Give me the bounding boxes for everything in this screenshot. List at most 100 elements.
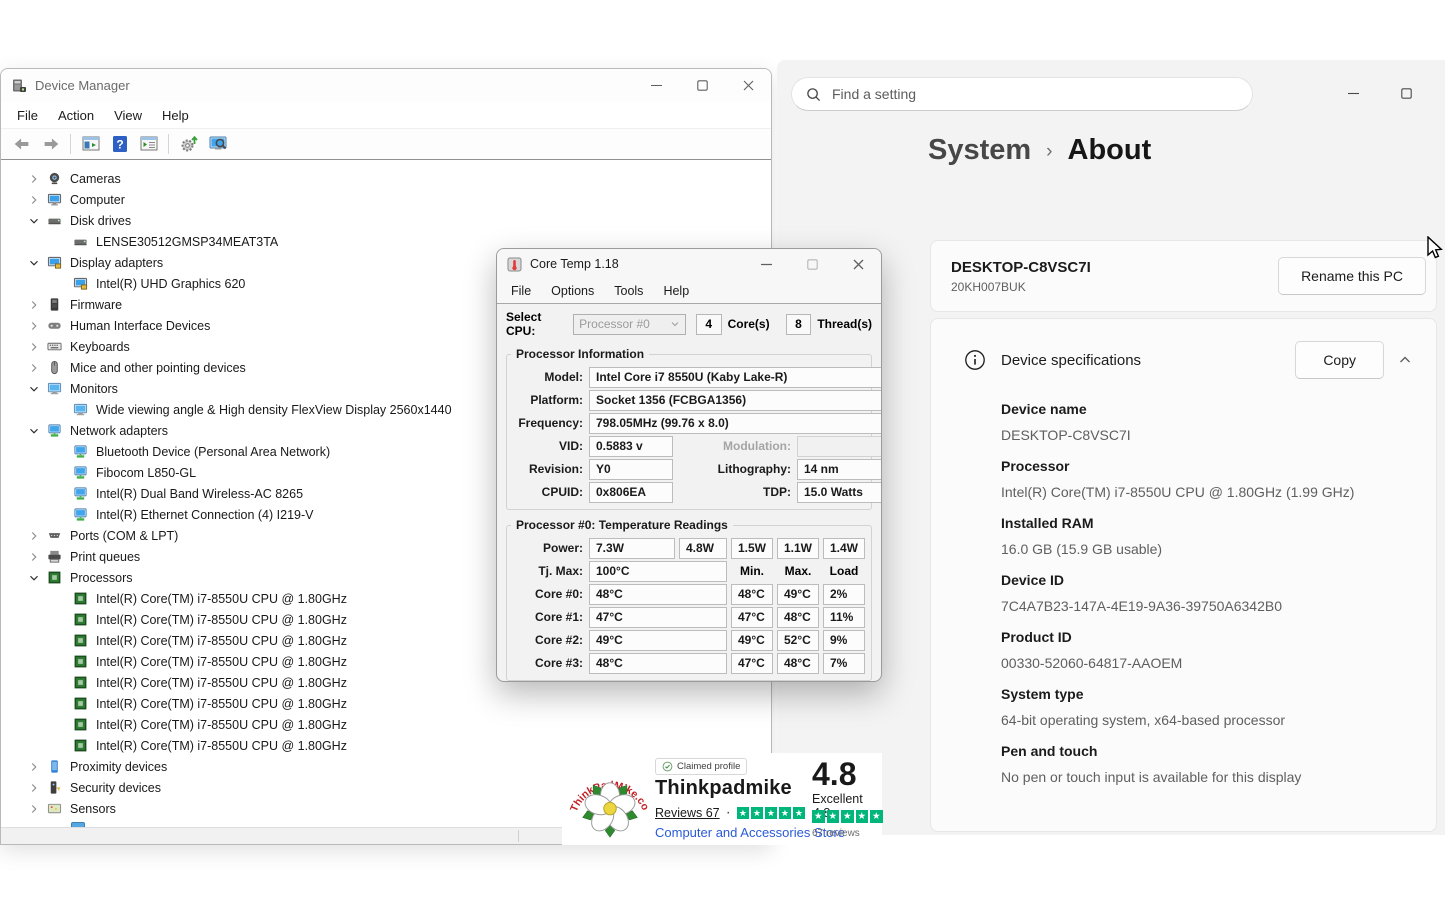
close-button[interactable] xyxy=(835,249,881,279)
network-icon xyxy=(71,465,89,481)
ct-field-value: 14 nm xyxy=(797,459,881,480)
processor-information-title: Processor Information xyxy=(511,347,650,361)
back-icon[interactable] xyxy=(7,131,36,157)
ct-menu-options[interactable]: Options xyxy=(541,281,604,301)
ct-field-label: Frequency: xyxy=(518,416,583,430)
tree-item[interactable]: Computer xyxy=(1,189,771,210)
breadcrumb-system[interactable]: System xyxy=(928,134,1031,167)
window-list-icon[interactable] xyxy=(134,131,163,157)
tree-item-label: Fibocom L850-GL xyxy=(96,465,197,480)
chevron-right-icon[interactable] xyxy=(25,549,43,565)
settings-search-input[interactable]: Find a setting xyxy=(791,77,1253,111)
ct-menu-tools[interactable]: Tools xyxy=(604,281,653,301)
power-value: 7.3W xyxy=(589,538,675,559)
copy-button[interactable]: Copy xyxy=(1295,341,1384,379)
maximize-button[interactable] xyxy=(1393,80,1419,106)
ct-field-value: Intel Core i7 8550U (Kaby Lake-R) xyxy=(589,367,881,388)
minimize-button[interactable] xyxy=(743,249,789,279)
breadcrumb: System › About xyxy=(928,134,1151,167)
tree-item-label: Wide viewing angle & High density FlexVi… xyxy=(96,402,452,417)
ct-menu-file[interactable]: File xyxy=(501,281,541,301)
search-icon xyxy=(807,87,821,101)
chevron-right-icon[interactable] xyxy=(25,360,43,376)
power-value: 4.8W xyxy=(679,538,727,559)
display-icon xyxy=(45,255,63,271)
star-icon: ★ xyxy=(870,810,883,823)
forward-icon[interactable] xyxy=(36,131,65,157)
core-temp-value: 47°C xyxy=(589,607,727,628)
core-min-value: 47°C xyxy=(731,607,773,628)
minimize-button[interactable] xyxy=(633,69,679,102)
tree-item[interactable]: Disk drives xyxy=(1,210,771,231)
monitor-icon xyxy=(71,402,89,418)
device-model: 20KH007BUK xyxy=(951,279,1026,294)
chevron-right-icon[interactable] xyxy=(25,780,43,796)
network-icon xyxy=(71,486,89,502)
computer-icon xyxy=(45,192,63,208)
proximity-icon xyxy=(45,759,63,775)
chevron-right-icon[interactable] xyxy=(25,297,43,313)
dm-menu-view[interactable]: View xyxy=(104,104,152,127)
ct-field-value: 798.05MHz (99.76 x 8.0) xyxy=(589,413,881,434)
cpu-select-dropdown[interactable]: Processor #0 xyxy=(573,313,686,335)
chevron-right-icon[interactable] xyxy=(25,801,43,817)
dm-menu-file[interactable]: File xyxy=(7,104,48,127)
tree-item[interactable]: Intel(R) Core(TM) i7-8550U CPU @ 1.80GHz xyxy=(1,714,771,735)
chevron-down-icon[interactable] xyxy=(25,213,43,229)
spec-field-value: 64-bit operating system, x64-based proce… xyxy=(1001,712,1286,728)
chevron-up-icon[interactable] xyxy=(1398,353,1412,367)
close-button[interactable] xyxy=(725,69,771,102)
temperature-readings-title: Processor #0: Temperature Readings xyxy=(511,518,733,532)
network-icon xyxy=(71,507,89,523)
core-temp-value: 48°C xyxy=(589,584,727,605)
thread-count-box: 8 xyxy=(785,313,812,335)
chevron-down-icon[interactable] xyxy=(25,255,43,271)
tree-item[interactable]: Cameras xyxy=(1,168,771,189)
chevron-down-icon[interactable] xyxy=(25,423,43,439)
dm-menu-help[interactable]: Help xyxy=(152,104,199,127)
chevron-right-icon[interactable] xyxy=(25,759,43,775)
core-max-value: 48°C xyxy=(777,653,819,674)
window-title: Device Manager xyxy=(35,78,130,93)
chevron-down-icon[interactable] xyxy=(25,381,43,397)
tree-item-label: Computer xyxy=(70,192,125,207)
ct-field-label: TDP: xyxy=(763,485,791,499)
device-specifications-header[interactable]: Device specifications Copy xyxy=(931,319,1436,401)
ct-temp-grid: Power: 7.3W 4.8W 1.5W 1.1W 1.4W Tj. Max: 100°C M… xyxy=(513,538,865,674)
cpu-select-value: Processor #0 xyxy=(579,317,650,331)
printer-icon xyxy=(45,549,63,565)
chevron-right-icon[interactable] xyxy=(25,171,43,187)
chevron-right-icon[interactable] xyxy=(25,192,43,208)
check-circle-icon xyxy=(662,761,673,772)
chevron-right-icon[interactable] xyxy=(25,318,43,334)
processor-icon xyxy=(71,591,89,607)
reviews-link[interactable]: Reviews 67 xyxy=(655,806,720,820)
help-icon[interactable]: ? xyxy=(105,131,134,157)
disk-icon xyxy=(71,234,89,250)
column-header: Load xyxy=(829,564,859,578)
ct-field-value xyxy=(797,436,881,457)
ct-field-label: Core #2: xyxy=(534,633,583,647)
scan-hardware-icon[interactable] xyxy=(174,131,203,157)
chevron-right-icon[interactable] xyxy=(25,528,43,544)
spec-fields: Device name DESKTOP-C8VSC7I Processor Intel… xyxy=(931,401,1436,785)
core-temp-titlebar: Core Temp 1.18 xyxy=(497,249,881,279)
spec-field-value: Intel(R) Core(TM) i7-8550U CPU @ 1.80GHz… xyxy=(1001,484,1355,500)
console-window-icon[interactable] xyxy=(76,131,105,157)
tree-item[interactable]: Intel(R) Core(TM) i7-8550U CPU @ 1.80GHz xyxy=(1,693,771,714)
chevron-down-icon[interactable] xyxy=(25,570,43,586)
dm-menu-action[interactable]: Action xyxy=(48,104,104,127)
ct-menu-help[interactable]: Help xyxy=(653,281,699,301)
minimize-button[interactable] xyxy=(1340,80,1366,106)
chevron-right-icon[interactable] xyxy=(25,339,43,355)
core-count-box: 4 xyxy=(695,313,722,335)
core-min-value: 49°C xyxy=(731,630,773,651)
rename-pc-button[interactable]: Rename this PC xyxy=(1278,257,1426,295)
tree-item-label: Sensors xyxy=(70,801,116,816)
star-icon: ★ xyxy=(855,810,868,823)
maximize-button[interactable] xyxy=(679,69,725,102)
core-load-value: 9% xyxy=(823,630,865,651)
core-max-value: 49°C xyxy=(777,584,819,605)
processor-icon xyxy=(45,570,63,586)
device-search-icon[interactable] xyxy=(203,131,232,157)
